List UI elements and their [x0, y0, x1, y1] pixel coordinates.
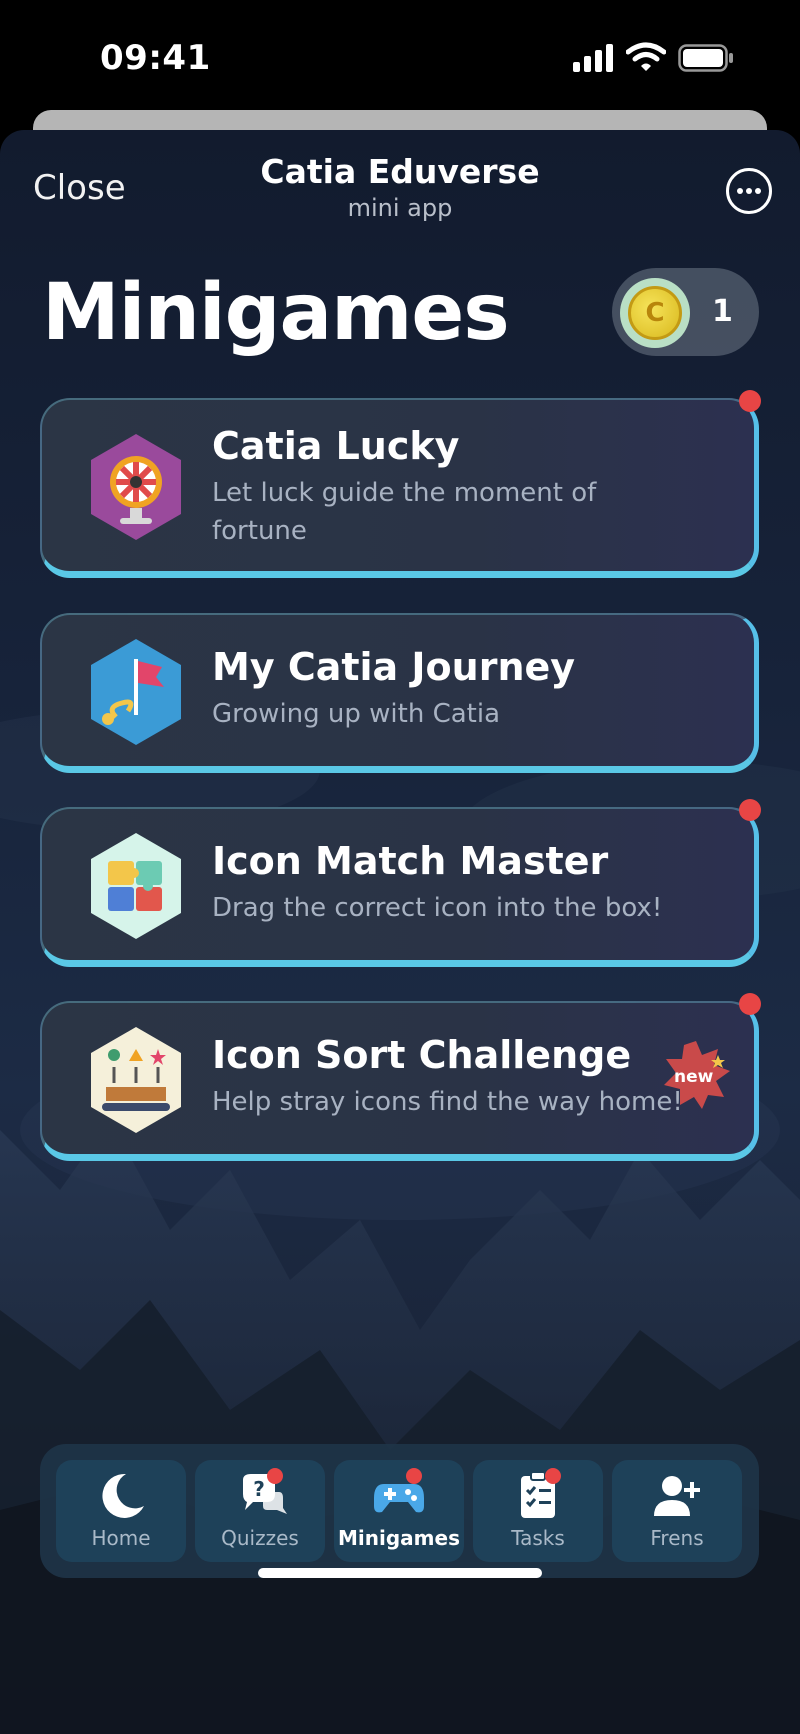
more-icon[interactable]	[726, 168, 772, 214]
mini-app-sheet: Close Catia Eduverse mini app Minigames …	[0, 130, 800, 1734]
nav-label: Frens	[650, 1526, 704, 1550]
nav-item-frens[interactable]: Frens	[612, 1460, 742, 1562]
game-description: Let luck guide the moment of fortune	[212, 478, 597, 546]
status-time: 09:41	[100, 38, 211, 78]
game-card-icon-match-master[interactable]: Icon Match Master Drag the correct icon …	[40, 799, 761, 967]
game-title: Icon Sort Challenge	[212, 1033, 632, 1077]
game-card-icon-sort-challenge[interactable]: Icon Sort Challenge Help stray icons fin…	[40, 993, 761, 1161]
moon-icon	[102, 1473, 144, 1518]
app-subtitle: mini app	[347, 194, 453, 222]
nav-item-tasks[interactable]: Tasks	[473, 1460, 603, 1562]
game-card-my-catia-journey[interactable]: My Catia Journey Growing up with Catia	[40, 613, 759, 773]
coin-balance[interactable]: 1	[612, 268, 759, 356]
notification-dot	[545, 1468, 561, 1484]
bottom-nav: Home ? Quizzes Minigames Tasks Frens	[40, 1444, 759, 1578]
nav-label: Minigames	[338, 1526, 460, 1550]
nav-item-minigames[interactable]: Minigames	[334, 1460, 464, 1562]
notification-dot	[267, 1468, 283, 1484]
add-friend-icon	[654, 1476, 700, 1516]
game-card-catia-lucky[interactable]: Catia Lucky Let luck guide the moment of…	[40, 390, 761, 578]
wifi-icon	[626, 42, 666, 71]
nav-label: Home	[91, 1526, 151, 1550]
game-description: Help stray icons find the way home!	[212, 1087, 683, 1117]
coin-icon	[620, 278, 690, 348]
nav-item-home[interactable]: Home	[56, 1460, 186, 1562]
notification-dot	[406, 1468, 422, 1484]
fortune-wheel-icon	[91, 434, 181, 540]
journey-flag-icon	[91, 639, 181, 745]
app-title: Catia Eduverse	[260, 152, 540, 191]
game-description: Growing up with Catia	[212, 699, 501, 729]
sorting-icon	[91, 1027, 181, 1133]
nav-label: Quizzes	[221, 1526, 299, 1550]
nav-item-quizzes[interactable]: ? Quizzes	[195, 1460, 325, 1562]
status-bar: 09:41	[0, 0, 800, 110]
game-title: Catia Lucky	[212, 424, 460, 468]
app-header: Close Catia Eduverse mini app	[0, 130, 800, 240]
nav-label: Tasks	[511, 1526, 565, 1550]
signal-icon	[573, 44, 613, 72]
game-title: My Catia Journey	[212, 645, 576, 689]
notification-dot	[739, 390, 761, 412]
battery-icon	[678, 44, 733, 72]
new-badge-label: new	[674, 1067, 714, 1087]
notification-dot	[739, 993, 761, 1015]
game-description: Drag the correct icon into the box!	[212, 893, 663, 923]
home-indicator[interactable]	[258, 1568, 542, 1578]
game-title: Icon Match Master	[212, 839, 609, 883]
notification-dot	[739, 799, 761, 821]
page-title: Minigames	[42, 268, 510, 358]
puzzle-icon	[91, 833, 181, 939]
coin-count: 1	[712, 294, 733, 329]
